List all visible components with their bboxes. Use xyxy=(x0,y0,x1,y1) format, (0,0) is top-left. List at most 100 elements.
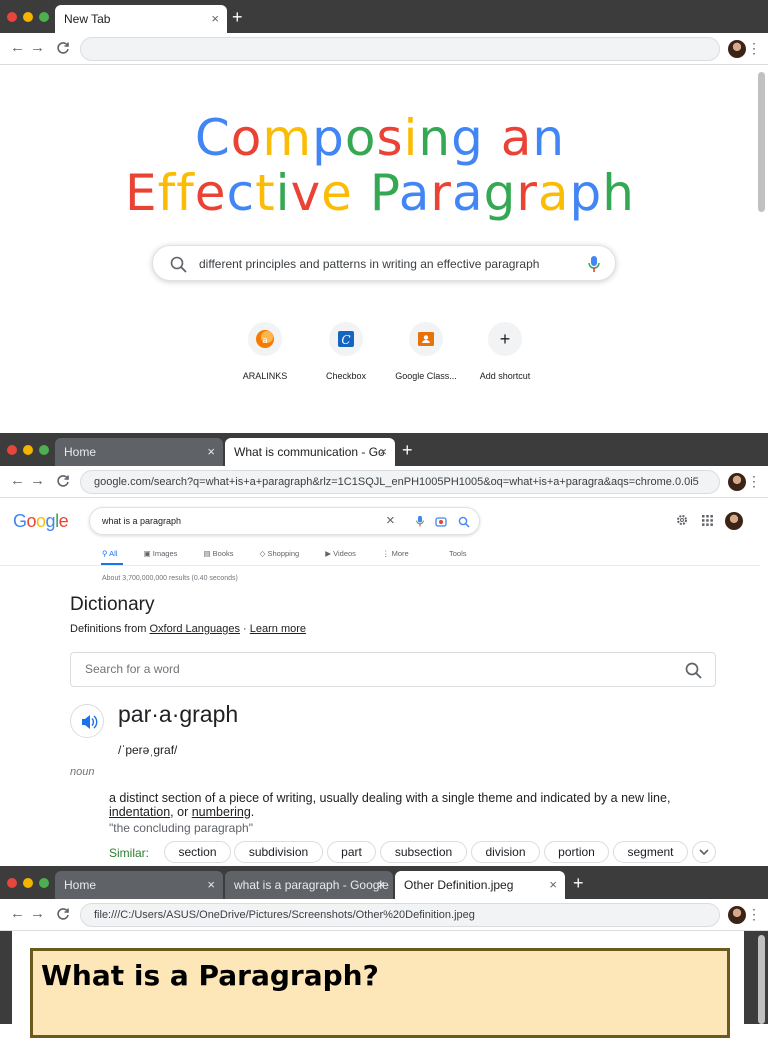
shortcut-checkbox[interactable]: C Checkbox xyxy=(306,322,386,381)
reload-icon[interactable] xyxy=(56,39,70,60)
new-tab-button[interactable]: + xyxy=(232,6,243,28)
oxford-languages-link[interactable]: Oxford Languages xyxy=(149,623,240,635)
title-letter: m xyxy=(262,109,313,167)
apps-grid-icon[interactable] xyxy=(702,513,713,531)
scrollbar-thumb[interactable] xyxy=(758,935,765,1024)
back-arrow-icon[interactable]: ← xyxy=(10,472,25,490)
checkbox-c-icon: C xyxy=(329,322,363,356)
close-tab-icon[interactable]: × xyxy=(377,871,385,899)
camera-lens-icon[interactable] xyxy=(435,515,447,533)
similar-chip-segment[interactable]: segment xyxy=(613,841,688,863)
minimize-window-dot[interactable] xyxy=(23,878,33,888)
settings-gear-icon[interactable] xyxy=(676,513,688,531)
tab-strip: Home × What is communication - Go × + xyxy=(0,433,768,466)
forward-arrow-icon[interactable]: → xyxy=(30,472,45,490)
back-arrow-icon[interactable]: ← xyxy=(10,39,25,57)
profile-avatar[interactable] xyxy=(728,473,746,491)
reload-icon[interactable] xyxy=(56,472,70,493)
title-letter: n xyxy=(532,109,566,167)
headword: par·a·graph xyxy=(118,701,239,727)
minimize-window-dot[interactable] xyxy=(23,445,33,455)
similar-chip-portion[interactable]: portion xyxy=(544,841,609,863)
close-window-dot[interactable] xyxy=(7,878,17,888)
title-letter: i xyxy=(275,164,291,222)
google-search-box[interactable]: what is a paragraph × xyxy=(89,507,480,535)
google-logo[interactable]: Google xyxy=(13,511,69,532)
title-letter: t xyxy=(255,164,276,222)
address-bar[interactable]: google.com/search?q=what+is+a+paragraph&… xyxy=(80,470,720,494)
close-window-dot[interactable] xyxy=(7,445,17,455)
microphone-icon[interactable] xyxy=(416,515,424,533)
tab-label: What is communication - Go xyxy=(234,445,385,459)
address-bar[interactable]: file:///C:/Users/ASUS/OneDrive/Pictures/… xyxy=(80,903,720,927)
minimize-window-dot[interactable] xyxy=(23,12,33,22)
similar-chip-subsection[interactable]: subsection xyxy=(380,841,467,863)
tab-what-is-communication[interactable]: What is communication - Go × xyxy=(225,438,395,466)
shortcut-aralinks[interactable]: a ARALINKS xyxy=(225,322,305,381)
definitions-from-label: Definitions from xyxy=(70,623,147,635)
tab-strip: Home × what is a paragraph - Google × Ot… xyxy=(0,866,768,899)
tab-more[interactable]: ⋮ More xyxy=(382,549,421,558)
maximize-window-dot[interactable] xyxy=(39,445,49,455)
profile-avatar[interactable] xyxy=(728,906,746,924)
new-tab-search-box[interactable]: different principles and patterns in wri… xyxy=(152,245,616,281)
tab-what-is-a-paragraph[interactable]: what is a paragraph - Google × xyxy=(225,871,393,899)
tab-shopping[interactable]: ◇ Shopping xyxy=(260,549,312,558)
close-tab-icon[interactable]: × xyxy=(211,5,219,33)
title-letter: o xyxy=(344,109,377,167)
tab-label: Home xyxy=(64,445,97,459)
shortcut-add[interactable]: + Add shortcut xyxy=(465,322,545,381)
similar-chip-division[interactable]: division xyxy=(471,841,540,863)
clear-search-icon[interactable]: × xyxy=(386,512,395,529)
forward-arrow-icon[interactable]: → xyxy=(30,905,45,923)
maximize-window-dot[interactable] xyxy=(39,12,49,22)
new-tab-button[interactable]: + xyxy=(402,439,413,461)
title-letter: r xyxy=(516,164,538,222)
forward-arrow-icon[interactable]: → xyxy=(30,39,45,57)
indentation-link[interactable]: indentation xyxy=(109,805,170,819)
title-letter: P xyxy=(369,164,399,222)
address-bar[interactable] xyxy=(80,37,720,61)
shortcut-label: Google Class... xyxy=(395,371,457,381)
microphone-icon[interactable] xyxy=(588,256,600,278)
search-icon[interactable] xyxy=(458,515,470,533)
close-window-dot[interactable] xyxy=(7,12,17,22)
tab-home[interactable]: Home × xyxy=(55,871,223,899)
tab-books[interactable]: ▤ Books xyxy=(203,549,245,558)
back-arrow-icon[interactable]: ← xyxy=(10,905,25,923)
close-tab-icon[interactable]: × xyxy=(549,871,557,899)
reload-icon[interactable] xyxy=(56,905,70,926)
tab-images[interactable]: ▣ Images xyxy=(144,549,190,558)
dictionary-word-search[interactable]: Search for a word xyxy=(70,652,716,687)
similar-chip-part[interactable]: part xyxy=(327,841,376,863)
close-tab-icon[interactable]: × xyxy=(207,438,215,466)
similar-chip-subdivision[interactable]: subdivision xyxy=(234,841,323,863)
google-account-avatar[interactable] xyxy=(725,512,743,530)
learn-more-link[interactable]: Learn more xyxy=(250,623,306,635)
tab-videos[interactable]: ▶ Videos xyxy=(325,549,368,558)
tab-label: what is a paragraph - Google xyxy=(234,878,389,892)
browser-menu-icon[interactable]: ⋮ xyxy=(747,472,761,490)
new-tab-button[interactable]: + xyxy=(573,872,584,894)
close-tab-icon[interactable]: × xyxy=(207,871,215,899)
shortcut-google-classroom[interactable]: Google Class... xyxy=(386,322,466,381)
search-icon[interactable] xyxy=(685,662,702,684)
numbering-link[interactable]: numbering xyxy=(192,805,251,819)
tab-all[interactable]: ⚲ All xyxy=(102,549,130,558)
tab-home[interactable]: Home × xyxy=(55,438,223,466)
expand-similar-chevron-icon[interactable] xyxy=(692,841,716,863)
profile-avatar[interactable] xyxy=(728,40,746,58)
title-letter: p xyxy=(569,164,603,222)
maximize-window-dot[interactable] xyxy=(39,878,49,888)
title-letter: n xyxy=(418,109,452,167)
tools-button[interactable]: Tools xyxy=(449,549,467,558)
definition-text: a distinct section of a piece of writing… xyxy=(109,791,729,819)
tab-other-definition[interactable]: Other Definition.jpeg × xyxy=(395,871,565,899)
tab-new-tab[interactable]: New Tab × xyxy=(55,5,227,33)
browser-menu-icon[interactable]: ⋮ xyxy=(747,39,761,57)
similar-chip-section[interactable]: section xyxy=(164,841,231,863)
close-tab-icon[interactable]: × xyxy=(379,438,387,466)
browser-menu-icon[interactable]: ⋮ xyxy=(747,905,761,923)
shortcut-label: ARALINKS xyxy=(242,371,288,381)
pronunciation-speaker-icon[interactable] xyxy=(70,704,104,738)
